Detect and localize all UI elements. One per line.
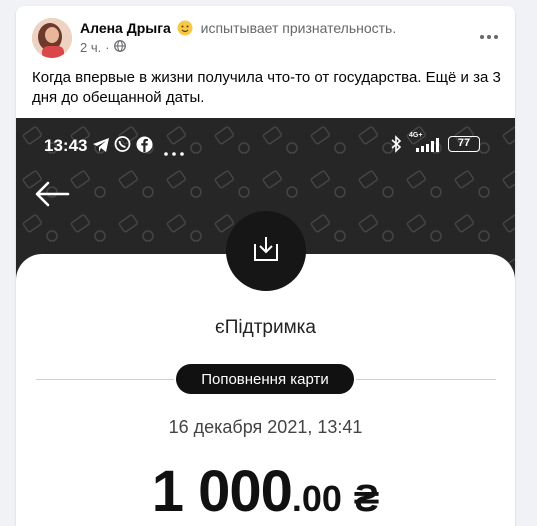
globe-icon bbox=[113, 40, 126, 55]
more-options-button[interactable] bbox=[477, 24, 501, 48]
smiley-icon bbox=[177, 20, 193, 39]
status-time: 13:43 bbox=[44, 136, 88, 155]
download-icon bbox=[251, 235, 281, 268]
more-notifications-icon bbox=[164, 143, 184, 161]
divider-right bbox=[356, 379, 496, 380]
bluetooth-icon bbox=[390, 135, 402, 158]
telegram-icon bbox=[92, 137, 110, 158]
transaction-date: 16 декабря 2021, 13:41 bbox=[168, 417, 363, 437]
transaction-amount: 1 000.00 ₴ bbox=[16, 458, 515, 525]
more-icon bbox=[479, 27, 499, 45]
service-name: єПідтримка bbox=[215, 317, 316, 338]
back-button[interactable] bbox=[34, 180, 70, 208]
facebook-app-icon bbox=[136, 136, 153, 158]
avatar[interactable] bbox=[32, 18, 72, 58]
amount-fraction: .00 bbox=[291, 478, 342, 519]
battery-indicator: 77 bbox=[448, 136, 480, 152]
post-meta: 2 ч. · bbox=[80, 40, 126, 55]
transaction-type-badge: Поповнення карти bbox=[176, 364, 354, 394]
amount-integer: 1 000 bbox=[151, 459, 293, 524]
author-line: Алена Дрыга испытывает признательность. bbox=[80, 20, 396, 39]
currency-sign: ₴ bbox=[353, 478, 380, 520]
divider-left bbox=[36, 379, 174, 380]
phone-status-bar: 13:43 4G+ 77 bbox=[16, 130, 515, 160]
arrow-left-icon bbox=[34, 181, 70, 212]
post-text: Когда впервые в жизни получила что-то от… bbox=[32, 69, 501, 106]
download-button[interactable] bbox=[226, 211, 306, 291]
feeling-text: испытывает признательность. bbox=[200, 20, 397, 36]
post-time[interactable]: 2 ч. bbox=[80, 40, 101, 55]
signal-icon bbox=[416, 138, 442, 157]
post-photo[interactable]: 13:43 4G+ 77 єПідтримка Поповнення карти… bbox=[16, 118, 515, 526]
author-name[interactable]: Алена Дрыга bbox=[80, 20, 171, 36]
viber-icon bbox=[114, 136, 131, 158]
facebook-post: Алена Дрыга испытывает признательность. … bbox=[16, 6, 515, 526]
